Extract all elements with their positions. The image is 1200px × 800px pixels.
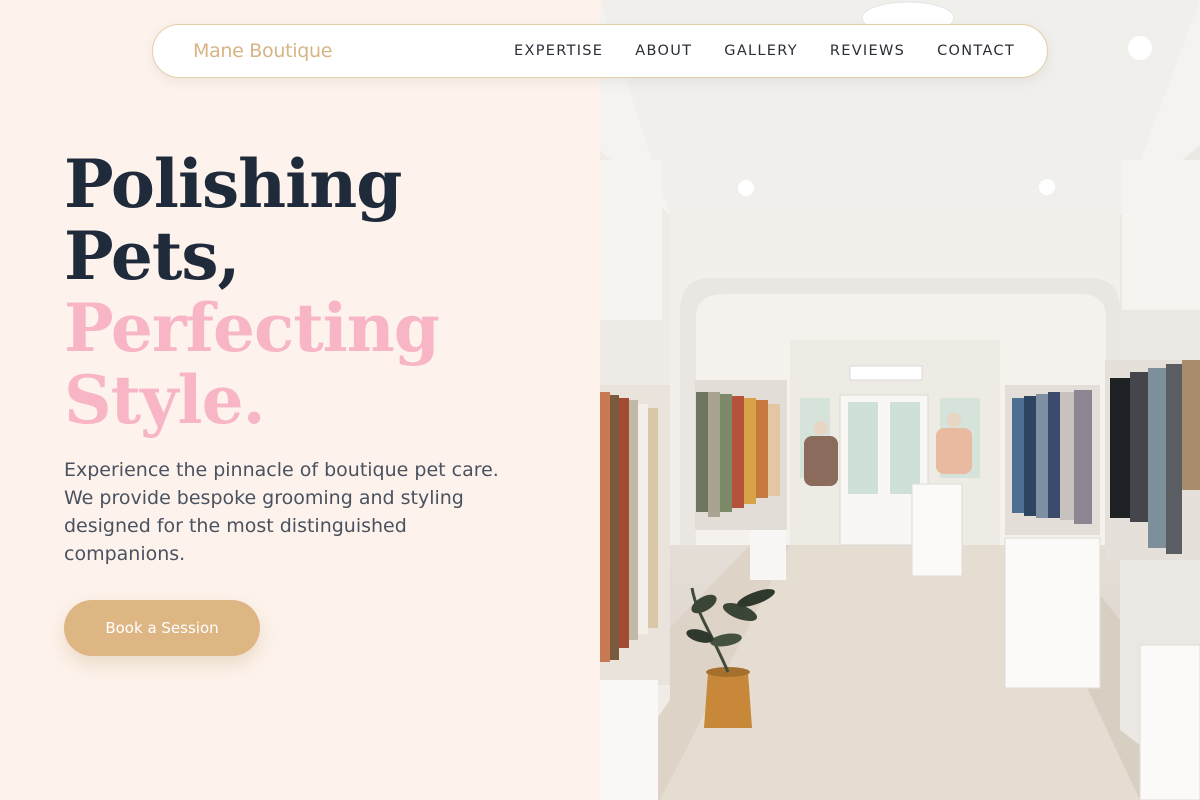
top-navigation-bar: Mane Boutique EXPERTISE ABOUT GALLERY RE…: [152, 24, 1048, 78]
nav-link-about[interactable]: ABOUT: [635, 43, 692, 59]
hero-description: Experience the pinnacle of boutique pet …: [64, 459, 499, 565]
book-session-button[interactable]: Book a Session: [64, 600, 260, 656]
nav-link-contact[interactable]: CONTACT: [937, 43, 1015, 59]
brand-logo[interactable]: Mane Boutique: [193, 40, 332, 62]
boutique-interior-photo: [600, 0, 1200, 800]
nav-link-expertise[interactable]: EXPERTISE: [514, 43, 603, 59]
headline-line-1: Polishing: [64, 145, 402, 223]
headline-line-4: Style.: [64, 361, 266, 439]
nav-link-gallery[interactable]: GALLERY: [724, 43, 798, 59]
nav-links: EXPERTISE ABOUT GALLERY REVIEWS CONTACT: [514, 43, 1015, 59]
nav-link-reviews[interactable]: REVIEWS: [830, 43, 905, 59]
hero-headline: Polishing Pets, Perfecting Style.: [64, 148, 544, 436]
boutique-interior-illustration: [600, 0, 1200, 800]
headline-line-3: Perfecting: [64, 289, 440, 367]
headline-line-2: Pets,: [64, 217, 240, 295]
